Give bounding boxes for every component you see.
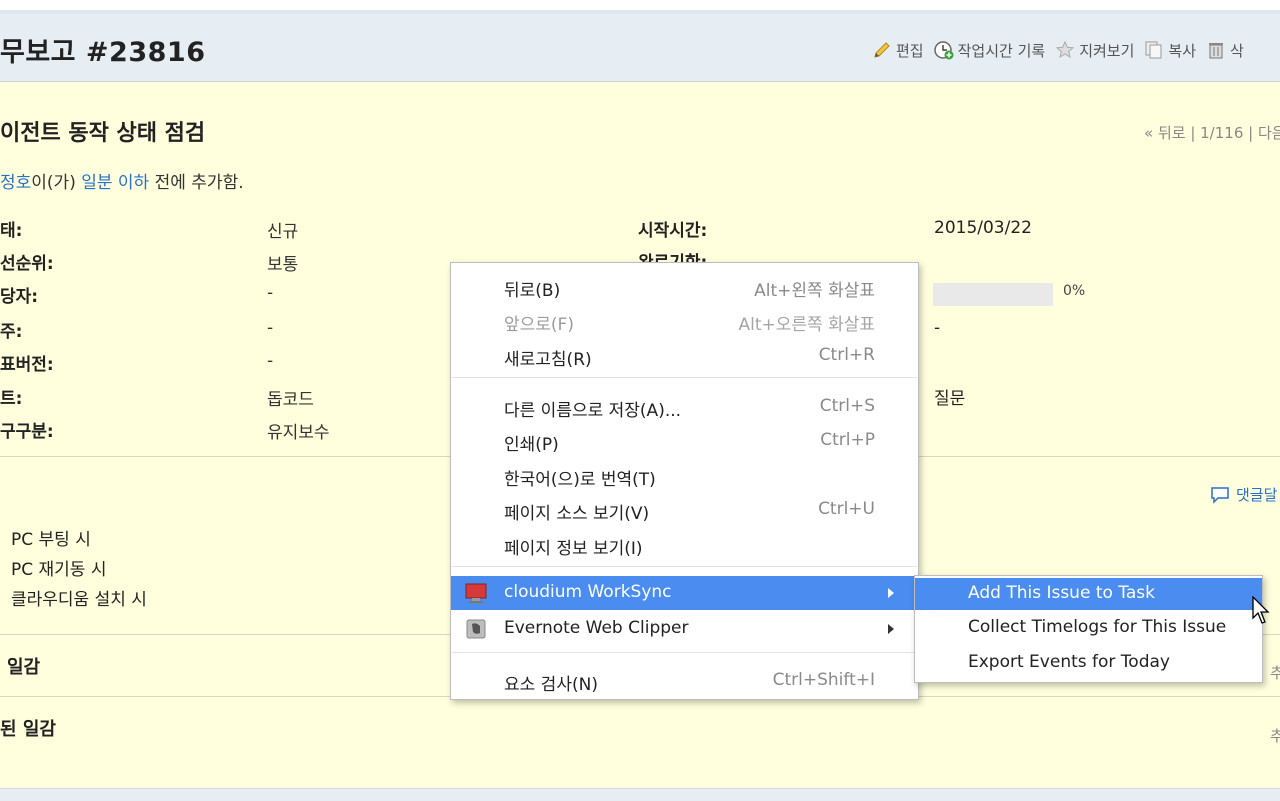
submenu-item-add-issue-to-task[interactable]: Add This Issue to Task [915,578,1262,610]
cloudium-submenu: Add This Issue to Task Collect Timelogs … [914,575,1263,683]
description-item: PC 재기동 시 [11,560,107,580]
menu-item-back[interactable]: 뒤로(B) Alt+왼쪽 화살표 [451,270,918,304]
evernote-icon [465,618,487,640]
delete-button[interactable]: 삭 [1206,40,1244,61]
attr-label: 주: [0,322,23,342]
context-menu: 뒤로(B) Alt+왼쪽 화살표 앞으로(F) Alt+오른쪽 화살표 새로고침… [450,262,919,700]
page-title: 무보고 #23816 [0,37,206,68]
submenu-item-collect-timelogs[interactable]: Collect Timelogs for This Issue [915,612,1262,644]
trash-icon [1206,40,1226,60]
menu-item-inspect[interactable]: 요소 검사(N) Ctrl+Shift+I [451,664,918,698]
menu-item-save-as[interactable]: 다른 이름으로 저장(A)... Ctrl+S [451,390,918,424]
attr-label: 트: [0,389,23,409]
submenu-arrow-icon [888,624,894,634]
attr-label: 당자: [0,287,39,307]
top-strip [0,0,1280,10]
log-time-button[interactable]: 작업시간 기록 [933,40,1045,61]
edit-button[interactable]: 편집 [872,40,924,61]
attr-value: - [267,283,274,303]
attr-value: - [267,351,274,371]
attr-label: 표버전: [0,355,54,375]
attr-label: 태: [0,221,23,241]
author-link[interactable]: 정호 [0,173,31,193]
copy-icon [1144,40,1164,60]
attr-value: - [934,318,941,338]
attr-value: 신규 [267,222,299,242]
issue-added-info: 정호이(가) 일분 이하 전에 추가함. [0,173,244,193]
attr-label: 선순위: [0,254,54,274]
menu-item-translate[interactable]: 한국어(으)로 번역(T) [451,459,918,493]
menu-item-view-source[interactable]: 페이지 소스 보기(V) Ctrl+U [451,493,918,527]
copy-button[interactable]: 복사 [1144,40,1196,61]
menu-item-forward[interactable]: 앞으로(F) Alt+오른쪽 화살표 [451,304,918,338]
issue-pager[interactable]: « 뒤로 | 1/116 | 다음 [1144,122,1280,143]
comment-link[interactable]: 댓글달 [1210,484,1277,505]
progress-bar [933,283,1053,306]
add-subtask-link[interactable]: 추 [1270,662,1280,683]
submenu-item-export-events[interactable]: Export Events for Today [915,647,1262,679]
star-icon [1055,40,1075,60]
menu-item-page-info[interactable]: 페이지 정보 보기(I) [451,528,918,562]
pencil-icon [872,40,892,60]
attr-value: 유지보수 [267,423,330,443]
description-item: 클라우디움 설치 시 [11,590,147,610]
section-title-related: 된 일감 [0,719,56,740]
bottom-border [0,788,1280,801]
menu-item-cloudium-worksync[interactable]: cloudium WorkSync [451,576,918,610]
attr-value: 보통 [267,255,299,275]
attr-value: 2015/03/22 [934,218,1032,238]
attr-value: 돕코드 [267,390,314,410]
comment-icon [1211,486,1229,504]
menu-item-print[interactable]: 인쇄(P) Ctrl+P [451,424,918,458]
description-item: PC 부팅 시 [11,530,91,550]
time-link[interactable]: 일분 이하 [81,173,149,193]
attr-value: 질문 [934,389,966,409]
menu-separator [452,566,917,567]
watch-button[interactable]: 지켜보기 [1055,40,1134,61]
clock-add-icon [933,40,954,60]
cloudium-icon [465,582,487,604]
attr-label: 시작시간: [638,221,708,241]
submenu-arrow-icon [888,588,894,598]
issue-actions: 편집 작업시간 기록 지켜보기 복사 삭 [872,38,1254,62]
menu-item-reload[interactable]: 새로고침(R) Ctrl+R [451,339,918,373]
add-related-link[interactable]: 추 [1270,725,1280,746]
menu-item-evernote[interactable]: Evernote Web Clipper [451,612,918,646]
mouse-cursor-icon [1252,596,1270,624]
issue-subject: 이전트 동작 상태 점검 [0,121,206,146]
progress-text: 0% [1063,283,1086,299]
section-title-subtasks: 일감 [7,657,41,678]
menu-separator [452,652,917,653]
attr-value: - [267,318,274,338]
attr-label: 구구분: [0,422,54,442]
menu-separator [452,377,917,378]
